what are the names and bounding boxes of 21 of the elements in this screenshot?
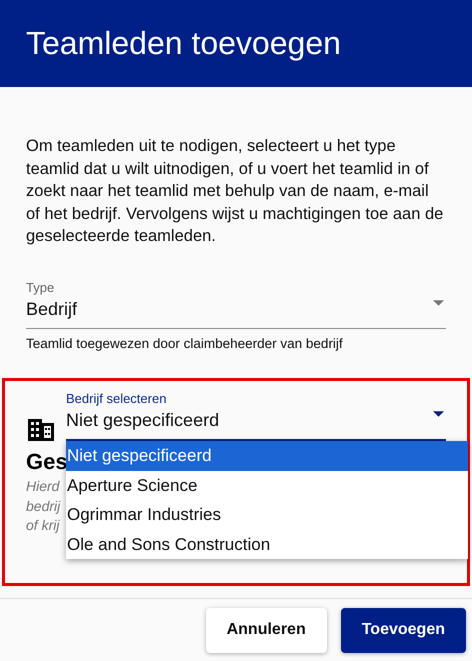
dialog-title: Teamleden toevoegen: [26, 25, 341, 62]
helper-text: Teamlid toegewezen door claimbeheerder van bedrijf: [26, 336, 344, 350]
section-heading: Ges: [26, 449, 68, 475]
section-text: Hierd: [26, 477, 60, 496]
caret-icon: [433, 411, 444, 417]
field-value: Niet gespecificeerd: [66, 410, 220, 431]
dropdown-option[interactable]: Aperture Science: [66, 470, 468, 500]
dropdown-option[interactable]: Ole and Sons Construction: [66, 530, 468, 559]
building-icon: [28, 419, 54, 441]
intro-paragraph: Om teamleden uit te nodigen, selecteert u het type teamlid dat u wilt uitnodigen, of u voert het teamlid in of zoekt naar het teamlid met behulp van de naam, e-mail of het bedrijf. Vervolgens wijst u machtigingen toe aan de geselecteerde teamleden.: [26, 136, 444, 247]
add-button[interactable]: Toevoegen: [340, 608, 466, 652]
section-text: bedrij: [26, 496, 60, 516]
type-select[interactable]: Type Bedrijf: [26, 280, 446, 328]
field-label: Bedrijf selecteren: [66, 391, 166, 406]
dropdown-option[interactable]: Ogrimmar Industries: [66, 500, 468, 530]
field-label: Type: [26, 280, 54, 294]
cancel-button[interactable]: Annuleren: [206, 608, 327, 652]
caret-icon: [433, 300, 444, 306]
section-text: of krij: [26, 516, 60, 535]
field-value: Bedrijf: [26, 298, 78, 320]
dropdown-option[interactable]: Niet gespecificeerd: [66, 441, 468, 470]
